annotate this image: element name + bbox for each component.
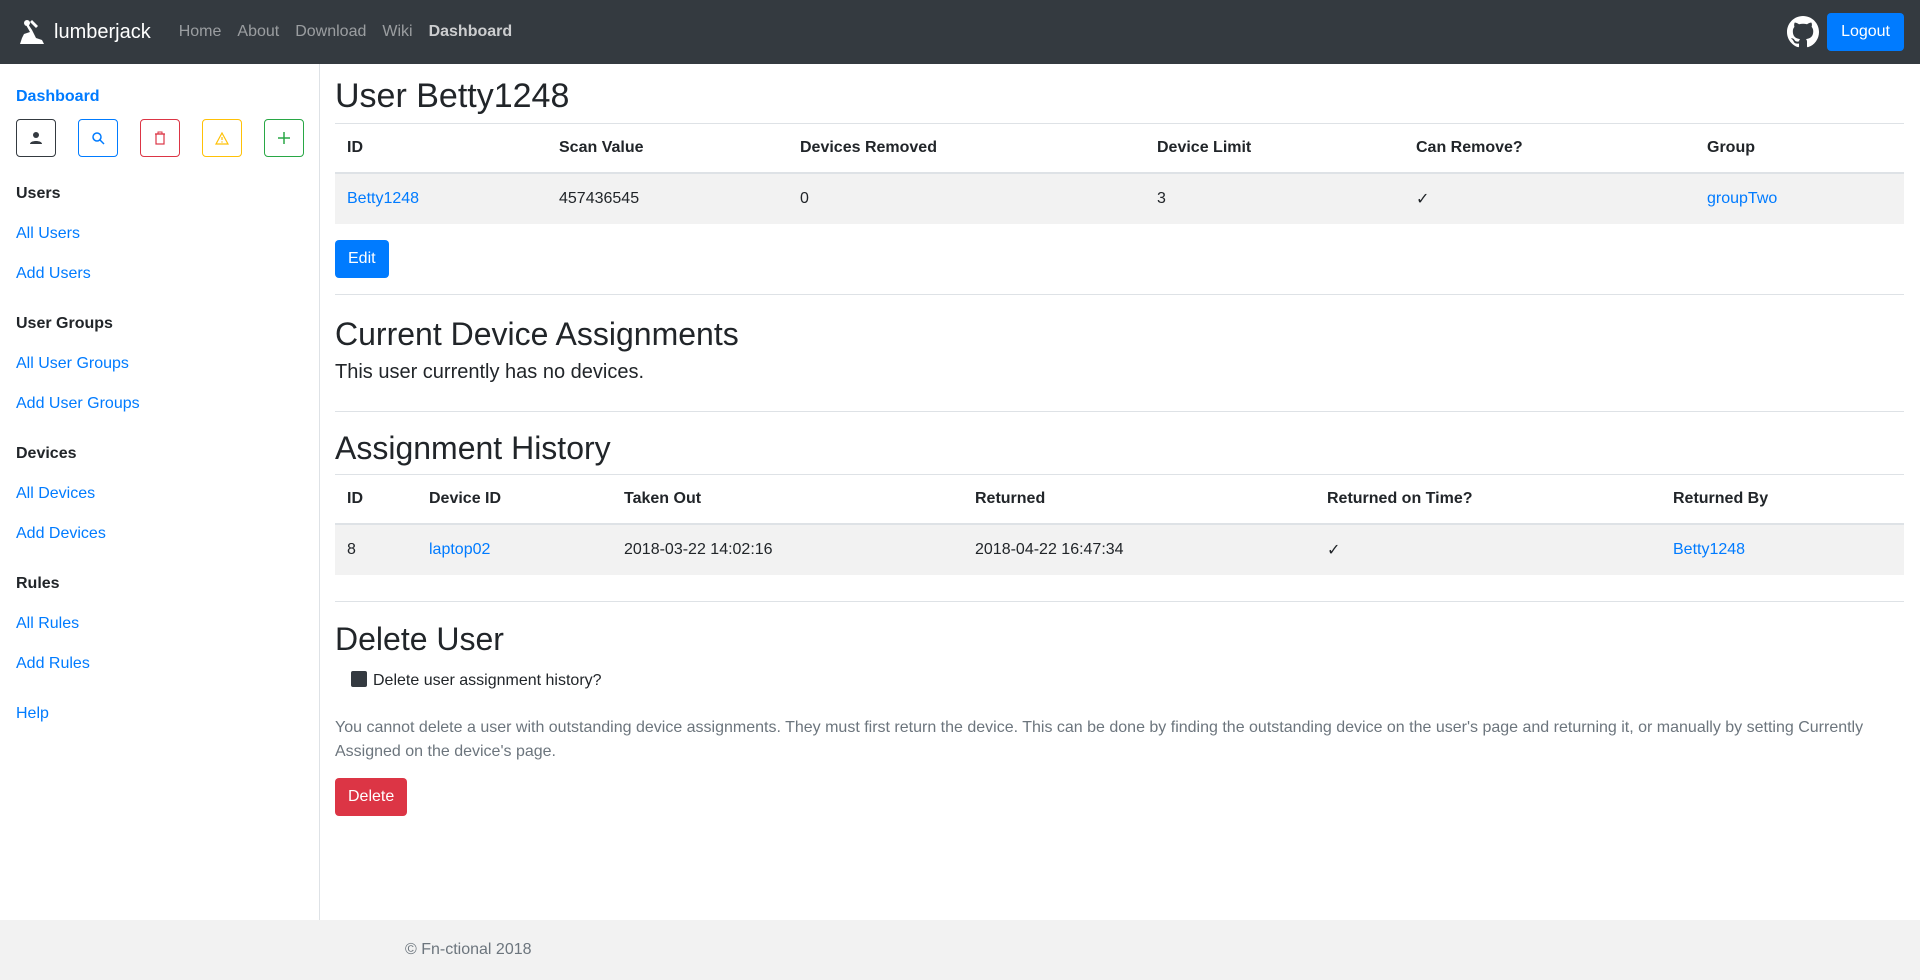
table-cell: Betty1248 [335, 172, 547, 224]
logout-button[interactable]: Logout [1827, 13, 1904, 51]
github-icon[interactable] [1787, 16, 1820, 48]
table-cell: laptop02 [417, 523, 612, 575]
table-header-row: ID Device ID Taken Out Returned Returned… [335, 473, 1904, 525]
trash-icon[interactable] [140, 119, 180, 157]
delete-history-checkbox[interactable] [351, 670, 367, 687]
sidebar-item-add-user-groups[interactable]: Add User Groups [16, 395, 319, 413]
check-mark: ✓ [1315, 523, 1661, 575]
brand-name: lumberjack [54, 20, 151, 43]
delete-button[interactable]: Delete [335, 777, 408, 816]
column-header: Returned [963, 473, 1315, 525]
column-header: Returned By [1661, 473, 1904, 525]
sidebar-item-add-devices[interactable]: Add Devices [16, 525, 319, 543]
sidebar-dashboard-link[interactable]: Dashboard [16, 88, 319, 106]
nav-download[interactable]: Download [287, 23, 374, 41]
table-cell: groupTwo [1695, 172, 1904, 224]
top-navbar: lumberjack Home About Download Wiki Dash… [0, 0, 1920, 64]
sidebar-heading: Users [16, 185, 61, 202]
column-header: Group [1695, 122, 1904, 174]
sidebar-group-rules: Rules All Rules Add Rules [16, 575, 319, 673]
column-header: Returned on Time? [1315, 473, 1661, 525]
table-cell: 8 [335, 523, 417, 575]
table-row: 8 laptop02 2018-03-22 14:02:16 2018-04-2… [335, 523, 1904, 575]
column-header: Taken Out [612, 473, 963, 525]
delete-warning-text: You cannot delete a user with outstandin… [335, 718, 1864, 760]
column-header: ID [335, 473, 417, 525]
sidebar-group-user-groups: User Groups All User Groups Add User Gro… [16, 315, 319, 413]
sidebar-item-all-rules[interactable]: All Rules [16, 615, 319, 633]
column-header: Scan Value [547, 122, 788, 174]
sidebar-heading: User Groups [16, 315, 113, 332]
sidebar-item-add-rules[interactable]: Add Rules [16, 655, 319, 673]
column-header: Devices Removed [788, 122, 1145, 174]
sidebar: Dashboard Users All Users Add Users User… [0, 64, 320, 920]
sidebar-item-all-user-groups[interactable]: All User Groups [16, 355, 319, 373]
delete-history-label: Delete user assignment history? [373, 671, 602, 689]
check-mark: ✓ [1404, 172, 1695, 224]
column-header: Device Limit [1145, 122, 1404, 174]
column-header: Device ID [417, 473, 612, 525]
sidebar-quick-actions [16, 119, 319, 157]
table-cell: 2018-03-22 14:02:16 [612, 523, 963, 575]
no-devices-text: This user currently has no devices. [335, 361, 645, 384]
warning-icon[interactable] [202, 119, 242, 157]
group-link[interactable]: groupTwo [1707, 190, 1777, 207]
user-icon[interactable] [16, 119, 56, 157]
sidebar-group-devices: Devices All Devices Add Devices [16, 445, 319, 543]
brand[interactable]: lumberjack [16, 16, 151, 48]
returned-by-link[interactable]: Betty1248 [1673, 541, 1745, 558]
current-assignments-heading: Current Device Assignments [335, 315, 739, 352]
user-id-link[interactable]: Betty1248 [347, 190, 419, 207]
table-cell: Betty1248 [1661, 523, 1904, 575]
search-icon[interactable] [78, 119, 118, 157]
footer-copyright: © Fn-ctional 2018 [405, 941, 532, 958]
sidebar-heading: Devices [16, 445, 77, 462]
nav-wiki[interactable]: Wiki [374, 23, 420, 41]
table-row: Betty1248 457436545 0 3 ✓ groupTwo [335, 172, 1904, 224]
plus-icon[interactable] [264, 119, 304, 157]
table-cell: 2018-04-22 16:47:34 [963, 523, 1315, 575]
footer: © Fn-ctional 2018 [0, 920, 1920, 980]
page-title: User Betty1248 [335, 77, 570, 115]
table-header-row: ID Scan Value Devices Removed Device Lim… [335, 122, 1904, 174]
sidebar-item-help[interactable]: Help [16, 705, 319, 723]
history-table: ID Device ID Taken Out Returned Returned… [335, 473, 1904, 575]
lumberjack-logo-icon [20, 20, 44, 44]
column-header: ID [335, 122, 547, 174]
nav-dashboard[interactable]: Dashboard [421, 23, 521, 41]
device-id-link[interactable]: laptop02 [429, 541, 490, 558]
user-table: ID Scan Value Devices Removed Device Lim… [335, 122, 1904, 224]
nav-right: Logout [1787, 13, 1904, 51]
main-content: User Betty1248 ID Scan Value Devices Rem… [320, 64, 1920, 920]
table-cell: 457436545 [547, 172, 788, 224]
nav-links: Home About Download Wiki Dashboard [171, 23, 520, 41]
table-cell: 3 [1145, 172, 1404, 224]
column-header: Can Remove? [1404, 122, 1695, 174]
sidebar-heading: Rules [16, 575, 60, 592]
delete-user-heading: Delete User [335, 620, 504, 657]
sidebar-group-users: Users All Users Add Users [16, 185, 319, 283]
table-cell: 0 [788, 172, 1145, 224]
nav-home[interactable]: Home [171, 23, 230, 41]
nav-about[interactable]: About [229, 23, 287, 41]
edit-button[interactable]: Edit [335, 239, 389, 278]
assignment-history-heading: Assignment History [335, 430, 611, 467]
sidebar-item-add-users[interactable]: Add Users [16, 265, 319, 283]
sidebar-item-all-users[interactable]: All Users [16, 225, 319, 243]
delete-history-option: Delete user assignment history? [351, 670, 1904, 690]
sidebar-item-all-devices[interactable]: All Devices [16, 485, 319, 503]
